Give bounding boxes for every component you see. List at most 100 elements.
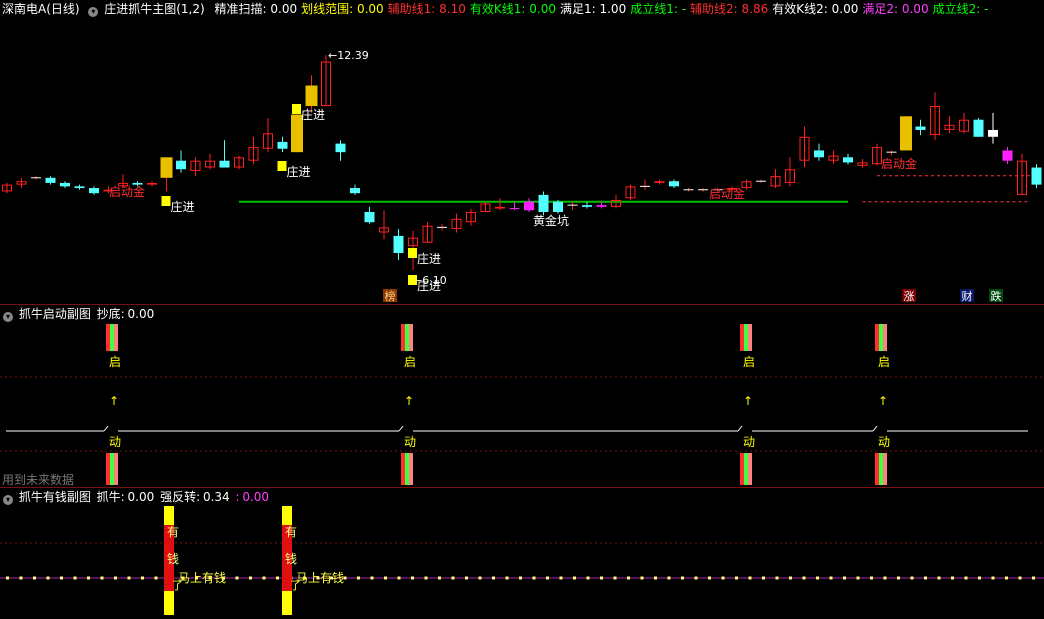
sub-chart-1[interactable]: ▾ 抓牛启动副图 抄底: 0.00 启 ↑ 动启 ↑ 动启 ↑ 动启 ↑ 动 用到未来数据 [0, 305, 1044, 487]
dot-marker [964, 576, 968, 580]
dot-marker [897, 576, 900, 580]
dot-marker [991, 576, 995, 580]
money-char: 有 [167, 525, 179, 539]
candle-body [1002, 150, 1013, 161]
dot-marker [1032, 576, 1035, 580]
dot-marker [370, 576, 374, 580]
signal-bar-bottom [106, 453, 110, 485]
signal-chart-1[interactable]: 启 ↑ 动 启 ↑ 动 启 ↑ 动 启 ↑ 动 [0, 305, 1044, 487]
signal-arrow: ↑ [743, 394, 753, 408]
signal-bar-bottom [875, 453, 879, 485]
dot-marker [397, 576, 401, 580]
gold-candle [160, 157, 173, 178]
dot-marker [937, 576, 941, 580]
signal-square [161, 196, 171, 206]
dot-marker [600, 576, 603, 580]
signal-bar-top [740, 324, 744, 351]
dot-marker [154, 576, 158, 580]
dot-marker [249, 576, 252, 580]
candle-body [350, 188, 360, 194]
signal-bar-top [748, 324, 752, 351]
signal-label: 庄进 [171, 199, 195, 214]
bottom-tag: 榜 [385, 289, 396, 303]
signal-bar-top [106, 324, 110, 351]
dot-marker [856, 576, 860, 580]
signal-square [408, 275, 417, 285]
dot-marker [235, 576, 239, 580]
dot-marker [73, 576, 77, 580]
signal-chart-2[interactable]: 有钱马上有钱了 有钱马上有钱了 [0, 488, 1044, 619]
high-price-label: ←12.39 [328, 49, 369, 62]
signal-bottom-char: 动 [743, 435, 755, 449]
candle-body [393, 235, 404, 253]
dot-marker [951, 576, 954, 580]
candle-body [596, 205, 607, 207]
money-char: 钱 [285, 551, 297, 566]
dot-marker [492, 576, 495, 580]
dot-marker [478, 576, 482, 580]
dot-marker [870, 576, 873, 580]
signal-label: 庄进 [417, 278, 441, 293]
dot-marker [465, 576, 468, 580]
money-char: 钱 [167, 551, 179, 566]
dot-marker [87, 576, 90, 580]
candle-body [335, 143, 346, 153]
dot-marker [546, 576, 549, 580]
dot-marker [100, 576, 104, 580]
dot-marker [276, 576, 279, 580]
money-char: 有 [285, 525, 297, 539]
signal-top-char: 启 [878, 355, 890, 369]
signal-baseline-tick [872, 425, 878, 432]
signal-top-char: 启 [109, 355, 121, 369]
gold-candle [900, 116, 912, 151]
money-hook: 了 [172, 579, 183, 592]
dot-marker [424, 576, 428, 580]
dot-marker [1005, 576, 1008, 580]
sub-chart-2[interactable]: ▾ 抓牛有钱副图 抓牛: 0.00 强反转: 0.34 : 0.00 有钱马上有… [0, 488, 1044, 619]
dot-marker [802, 576, 806, 580]
dot-marker [1018, 576, 1022, 580]
signal-arrow: ↑ [404, 394, 414, 408]
dot-marker [721, 576, 725, 580]
bottom-tag: 财 [962, 289, 973, 303]
candle-body [277, 141, 288, 149]
signal-bar-bottom [744, 453, 748, 485]
dot-marker [46, 576, 50, 580]
signal-square [408, 248, 417, 258]
signal-label: 启动金 [109, 184, 145, 199]
dot-marker [789, 576, 792, 580]
dot-marker [586, 576, 590, 580]
dot-marker [384, 576, 387, 580]
dot-marker [411, 576, 414, 580]
signal-top-char: 启 [404, 355, 416, 369]
signal-bar-top [409, 324, 413, 351]
candle-body [553, 201, 563, 212]
dot-marker [654, 576, 657, 580]
signal-bottom-char: 动 [404, 435, 416, 449]
candlestick-chart[interactable]: ←12.39←6.10启动金庄进庄进庄进庄进庄进黄金坑启动金启动金榜涨财跌 [0, 0, 1044, 304]
dot-marker [451, 576, 455, 580]
candle-body [915, 126, 926, 130]
future-data-note: 用到未来数据 [2, 473, 75, 487]
candle-body [219, 160, 230, 168]
dot-marker [519, 576, 522, 580]
candle-body [147, 182, 157, 185]
bottom-tag: 涨 [904, 290, 915, 303]
signal-square [292, 104, 301, 114]
dot-marker [438, 576, 441, 580]
candle-body [654, 181, 665, 183]
signal-bar-bottom [740, 453, 744, 485]
dot-marker [883, 576, 887, 580]
dot-marker [667, 576, 671, 580]
signal-baseline-tick [398, 425, 404, 432]
signal-bottom-char: 动 [109, 435, 121, 449]
signal-square [277, 161, 287, 171]
candle-body [973, 119, 984, 137]
dot-marker [762, 576, 765, 580]
money-sub-label: 马上有钱 [296, 570, 344, 585]
signal-bar-top [110, 324, 114, 351]
candle-body [538, 194, 549, 212]
main-chart-pane[interactable]: 深南电A(日线) ▾ 庄进抓牛主图(1,2) 精准扫描: 0.00 划线范围: 0… [0, 0, 1044, 304]
signal-bar-bottom [405, 453, 409, 485]
signal-bottom-char: 动 [878, 435, 890, 449]
